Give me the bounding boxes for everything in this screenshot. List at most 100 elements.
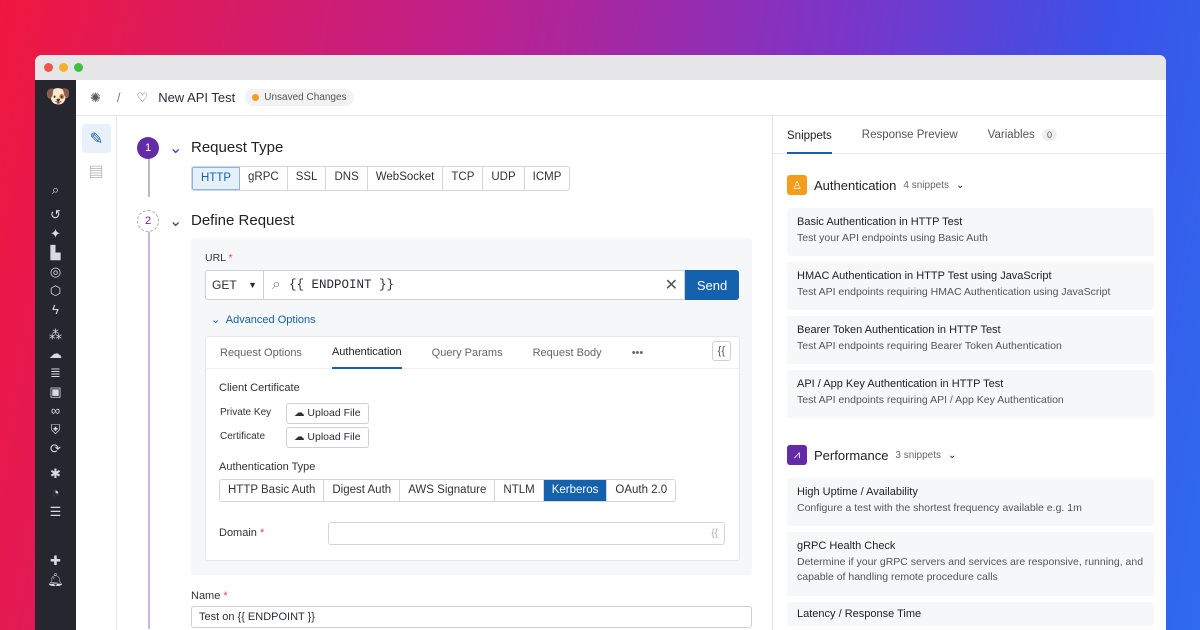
gauge-icon[interactable]: ◔ (46, 483, 66, 502)
maximize-window-button[interactable] (74, 63, 83, 72)
synthetics-home-icon[interactable]: ✺ (90, 90, 101, 106)
section-title: Authentication (814, 177, 897, 193)
chevron-down-icon[interactable]: ⌄ (169, 138, 182, 158)
snippet-card[interactable]: High Uptime / Availability Configure a te… (787, 478, 1154, 526)
history-icon[interactable]: ↺ (46, 205, 66, 224)
snippet-card[interactable]: HMAC Authentication in HTTP Test using J… (787, 262, 1154, 310)
shield-icon[interactable]: ⛨ (46, 420, 66, 439)
snippet-description: Test API endpoints requiring API / App K… (797, 394, 1064, 406)
global-nav: 🐶 ⌕ ↺ ✦ ▙ ◎ ⬡ ϟ ⁂ ☁ ≣ ▣ ∞ ⛨ ⟳ ✱ ◔ ☰ ✚ 🔔︎ (35, 80, 76, 630)
chevron-down-icon: ⌄ (956, 179, 965, 191)
insert-variable-button[interactable]: {{ (711, 341, 731, 361)
snippet-count: 3 snippets (895, 449, 942, 461)
cloud-icon[interactable]: ☁ (46, 344, 66, 363)
tab-response-preview[interactable]: Response Preview (862, 129, 958, 141)
domain-input[interactable]: {{ (328, 522, 725, 545)
auth-http-basic[interactable]: HTTP Basic Auth (220, 480, 325, 501)
upload-certificate-button[interactable]: ☁ Upload File (286, 427, 369, 448)
synthetics-icon[interactable]: ▣ (46, 382, 66, 401)
request-type-ssl[interactable]: SSL (288, 167, 327, 190)
status-badge: Unsaved Changes (245, 89, 354, 106)
request-type-icmp[interactable]: ICMP (525, 167, 570, 190)
bell-icon[interactable]: 🔔︎ (46, 570, 66, 589)
request-type-dns[interactable]: DNS (326, 167, 368, 190)
snippet-description: Determine if your gRPC servers and servi… (797, 556, 1144, 583)
clear-icon[interactable]: ✕ (665, 275, 678, 295)
auth-aws-signature[interactable]: AWS Signature (400, 480, 496, 501)
status-dot-icon (252, 94, 260, 101)
tab-snippets[interactable]: Snippets (787, 116, 832, 154)
lightning-icon[interactable]: ϟ (46, 300, 66, 319)
puzzle-icon[interactable]: ✚ (46, 551, 66, 570)
option-tabs: Request Options Authentication Query Par… (206, 337, 739, 369)
snippet-card[interactable]: API / App Key Authentication in HTTP Tes… (787, 370, 1154, 418)
snippet-description: Configure a test with the shortest frequ… (797, 502, 1082, 514)
preview-icon[interactable]: ▤ (82, 161, 110, 181)
search-icon[interactable]: ⌕ (46, 180, 66, 199)
method-value: GET (212, 278, 237, 292)
logs-icon[interactable]: ≣ (46, 363, 66, 382)
chevron-down-icon: ⌄ (211, 314, 221, 326)
insert-variable-icon[interactable]: {{ (711, 528, 718, 539)
auth-ntlm[interactable]: NTLM (495, 480, 544, 501)
step-connector (148, 229, 150, 629)
status-text: Unsaved Changes (264, 92, 347, 103)
auth-kerberos[interactable]: Kerberos (543, 480, 608, 501)
request-type-udp[interactable]: UDP (483, 167, 525, 190)
search-icon: ⌕ (272, 276, 281, 293)
bug-icon[interactable]: ✱ (46, 464, 66, 483)
request-type-http[interactable]: HTTP (192, 167, 241, 190)
method-select[interactable]: GET ▼ (206, 271, 264, 299)
heartbeat-icon: ♡ (136, 89, 149, 105)
tab-variables[interactable]: Variables 0 (987, 128, 1057, 141)
upload-private-key-button[interactable]: ☁ Upload File (286, 403, 369, 424)
close-window-button[interactable] (44, 63, 53, 72)
request-type-websocket[interactable]: WebSocket (368, 167, 444, 190)
define-request-panel: URL * GET ▼ ⌕ {{ ENDPOINT }} ✕ Send ⌄ Adv… (191, 238, 752, 575)
edit-icon[interactable]: ✎ (82, 124, 111, 153)
advanced-options-card: Request Options Authentication Query Par… (205, 336, 740, 561)
breadcrumb-separator: / (116, 90, 121, 105)
chevron-down-icon: ⌄ (948, 449, 957, 461)
tab-authentication[interactable]: Authentication (331, 337, 402, 369)
tab-request-body[interactable]: Request Body (533, 347, 602, 359)
tab-request-options[interactable]: Request Options (220, 347, 302, 359)
refresh-icon[interactable]: ⟳ (46, 439, 66, 458)
nodes-icon[interactable]: ⁂ (46, 325, 66, 344)
chevron-down-icon[interactable]: ⌄ (169, 211, 182, 231)
page-title[interactable]: New API Test (158, 90, 235, 105)
advanced-options-toggle[interactable]: ⌄ Advanced Options (211, 313, 316, 326)
link-icon[interactable]: ∞ (46, 401, 66, 420)
datadog-logo-icon[interactable]: 🐶 (46, 80, 71, 114)
request-type-grpc[interactable]: gRPC (240, 167, 288, 190)
snippet-section-header[interactable]: ⩘ Performance 3 snippets ⌄ (773, 444, 1166, 466)
snippet-description: Test API endpoints requiring Bearer Toke… (797, 340, 1062, 352)
more-tabs-button[interactable]: ••• (632, 347, 644, 359)
snippet-card[interactable]: Basic Authentication in HTTP Test Test yo… (787, 208, 1154, 256)
target-icon[interactable]: ◎ (46, 262, 66, 281)
name-input[interactable]: Test on {{ ENDPOINT }} (191, 606, 752, 628)
snippet-card[interactable]: gRPC Health Check Determine if your gRPC … (787, 532, 1154, 596)
lock-person-icon: ♙ (787, 175, 807, 195)
request-type-tcp[interactable]: TCP (443, 167, 484, 190)
auth-oauth2[interactable]: OAuth 2.0 (607, 480, 675, 501)
domain-label: Domain (219, 527, 257, 539)
section-title: Performance (814, 447, 889, 463)
tab-query-params[interactable]: Query Params (432, 347, 503, 359)
dashboard-chart-icon[interactable]: ▙ (46, 243, 66, 262)
upload-cloud-icon: ☁ (294, 407, 305, 419)
send-button[interactable]: Send (685, 270, 739, 300)
list-check-icon[interactable]: ☰ (46, 502, 66, 521)
minimize-window-button[interactable] (59, 63, 68, 72)
variables-label: Variables (987, 128, 1035, 141)
url-input[interactable]: {{ ENDPOINT }} (289, 278, 665, 292)
cube-icon[interactable]: ⬡ (46, 281, 66, 300)
sparkle-icon[interactable]: ✦ (46, 224, 66, 243)
snippet-card[interactable]: Latency / Response Time (787, 602, 1154, 626)
snippet-card[interactable]: Bearer Token Authentication in HTTP Test… (787, 316, 1154, 364)
certificate-label: Certificate (220, 431, 266, 442)
auth-digest[interactable]: Digest Auth (324, 480, 401, 501)
snippet-section-header[interactable]: ♙ Authentication 4 snippets ⌄ (773, 174, 1166, 196)
page-header: ✺ / ♡ New API Test Unsaved Changes (76, 80, 1166, 116)
section-title: Request Type (191, 139, 284, 156)
